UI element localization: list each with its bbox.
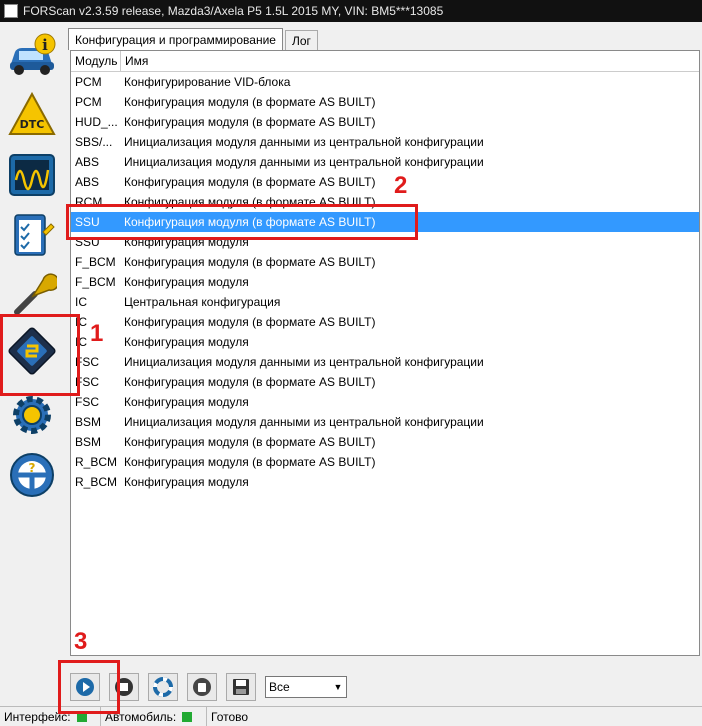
- status-state: Готово: [206, 707, 252, 726]
- sidebar-oscilloscope[interactable]: [3, 146, 61, 204]
- annotation-box-3: [58, 660, 120, 714]
- row-name: Центральная конфигурация: [124, 295, 281, 309]
- column-header-module[interactable]: Модуль: [71, 51, 121, 71]
- dtc-icon: DTC: [8, 91, 56, 135]
- chevron-down-icon[interactable]: ▼: [330, 677, 346, 697]
- vehicle-led: [182, 711, 193, 722]
- row-module: BSM: [75, 435, 102, 449]
- table-row[interactable]: F_BCM Конфигурация модуля: [71, 272, 699, 292]
- table-row[interactable]: SBS/... Инициализация модуля данными из ц…: [71, 132, 699, 152]
- steering-wheel-icon: ?: [10, 453, 54, 497]
- table-row[interactable]: ABS Конфигурация модуля (в формате AS BUI…: [71, 172, 699, 192]
- row-name: Конфигурация модуля: [124, 335, 249, 349]
- annotation-box-2: [66, 204, 418, 240]
- svg-text:?: ?: [29, 461, 36, 475]
- save-button[interactable]: [226, 673, 256, 701]
- table-row[interactable]: R_BCM Конфигурация модуля: [71, 472, 699, 492]
- row-name: Конфигурация модуля: [124, 395, 249, 409]
- row-name: Конфигурация модуля (в формате AS BUILT): [124, 435, 376, 449]
- row-name: Конфигурация модуля (в формате AS BUILT): [124, 175, 376, 189]
- list-rows: PCM Конфигурирование VID-блока PCM Конфигур…: [71, 72, 699, 492]
- checklist-icon: [14, 214, 55, 256]
- svg-text:i: i: [42, 36, 48, 54]
- table-row[interactable]: FSC Конфигурация модуля: [71, 392, 699, 412]
- row-module: R_BCM: [75, 475, 118, 489]
- tab-bar: Конфигурация и программирование Лог: [68, 28, 320, 50]
- tab-configuration[interactable]: Конфигурация и программирование: [68, 28, 283, 50]
- row-module: IC: [75, 295, 87, 309]
- row-name: Инициализация модуля данными из централь…: [124, 415, 484, 429]
- list-header: Модуль Имя: [71, 51, 699, 72]
- sidebar-vehicle-info[interactable]: i: [3, 26, 61, 84]
- filter-value: Все: [269, 680, 290, 694]
- annotation-box-1: [0, 314, 80, 396]
- table-row[interactable]: BSM Инициализация модуля данными из центр…: [71, 412, 699, 432]
- oscilloscope-icon: [9, 154, 55, 196]
- title-bar: FORScan v2.3.59 release, Mazda3/Axela P5…: [0, 0, 702, 22]
- row-name: Конфигурация модуля (в формате AS BUILT): [124, 115, 376, 129]
- row-name: Конфигурация модуля (в формате AS BUILT): [124, 455, 376, 469]
- row-name: Конфигурация модуля (в формате AS BUILT): [124, 375, 376, 389]
- gear-icon: [13, 396, 51, 434]
- row-name: Конфигурация модуля (в формате AS BUILT): [124, 95, 376, 109]
- svg-text:DTC: DTC: [20, 118, 45, 131]
- table-row[interactable]: PCM Конфигурирование VID-блока: [71, 72, 699, 92]
- help-button[interactable]: [148, 673, 178, 701]
- lifebuoy-icon: [153, 677, 173, 697]
- row-name: Конфигурация модуля: [124, 275, 249, 289]
- row-module: F_BCM: [75, 275, 116, 289]
- table-row[interactable]: R_BCM Конфигурация модуля (в формате AS B…: [71, 452, 699, 472]
- annotation-number-2: 2: [394, 172, 408, 199]
- erase-icon: [193, 678, 211, 696]
- save-icon: [233, 679, 249, 695]
- wrench-icon: [14, 273, 57, 315]
- column-header-name[interactable]: Имя: [121, 51, 699, 71]
- table-row[interactable]: ABS Инициализация модуля данными из центр…: [71, 152, 699, 172]
- filter-select[interactable]: Все ▼: [265, 676, 347, 698]
- row-module: ABS: [75, 175, 100, 189]
- sidebar-help[interactable]: ?: [3, 446, 61, 504]
- table-row[interactable]: FSC Инициализация модуля данными из центр…: [71, 352, 699, 372]
- table-row[interactable]: IC Центральная конфигурация: [71, 292, 699, 312]
- table-row[interactable]: PCM Конфигурация модуля (в формате AS BUI…: [71, 92, 699, 112]
- table-row[interactable]: IC Конфигурация модуля: [71, 332, 699, 352]
- sidebar-tests[interactable]: [3, 206, 61, 264]
- row-module: FSC: [75, 395, 99, 409]
- tab-log[interactable]: Лог: [284, 30, 318, 50]
- row-module: ABS: [75, 155, 100, 169]
- module-list: Модуль Имя PCM Конфигурирование VID-блока…: [70, 50, 700, 656]
- row-name: Конфигурация модуля (в формате AS BUILT): [124, 315, 376, 329]
- row-name: Конфигурация модуля (в формате AS BUILT): [124, 255, 376, 269]
- row-name: Конфигурация модуля: [124, 475, 249, 489]
- clear-button[interactable]: [187, 673, 217, 701]
- row-module: PCM: [75, 75, 102, 89]
- table-row[interactable]: IC Конфигурация модуля (в формате AS BUIL…: [71, 312, 699, 332]
- row-name: Инициализация модуля данными из централь…: [124, 135, 484, 149]
- row-name: Конфигурирование VID-блока: [124, 75, 291, 89]
- car-info-icon: i: [10, 33, 56, 75]
- row-module: BSM: [75, 415, 102, 429]
- window-title: FORScan v2.3.59 release, Mazda3/Axela P5…: [23, 4, 444, 18]
- row-module: SBS/...: [75, 135, 113, 149]
- row-module: F_BCM: [75, 255, 116, 269]
- status-text: Готово: [211, 709, 249, 724]
- row-module: R_BCM: [75, 455, 118, 469]
- annotation-number-3: 3: [74, 628, 88, 655]
- table-row[interactable]: FSC Конфигурация модуля (в формате AS BUI…: [71, 372, 699, 392]
- sidebar-dtc[interactable]: DTC: [3, 86, 61, 144]
- row-name: Инициализация модуля данными из централь…: [124, 355, 484, 369]
- row-name: Инициализация модуля данными из централь…: [124, 155, 484, 169]
- table-row[interactable]: F_BCM Конфигурация модуля (в формате AS B…: [71, 252, 699, 272]
- row-module: PCM: [75, 95, 102, 109]
- app-icon: [4, 4, 18, 18]
- table-row[interactable]: BSM Конфигурация модуля (в формате AS BUI…: [71, 432, 699, 452]
- annotation-number-1: 1: [90, 320, 104, 347]
- table-row[interactable]: HUD_... Конфигурация модуля (в формате AS…: [71, 112, 699, 132]
- row-module: HUD_...: [75, 115, 118, 129]
